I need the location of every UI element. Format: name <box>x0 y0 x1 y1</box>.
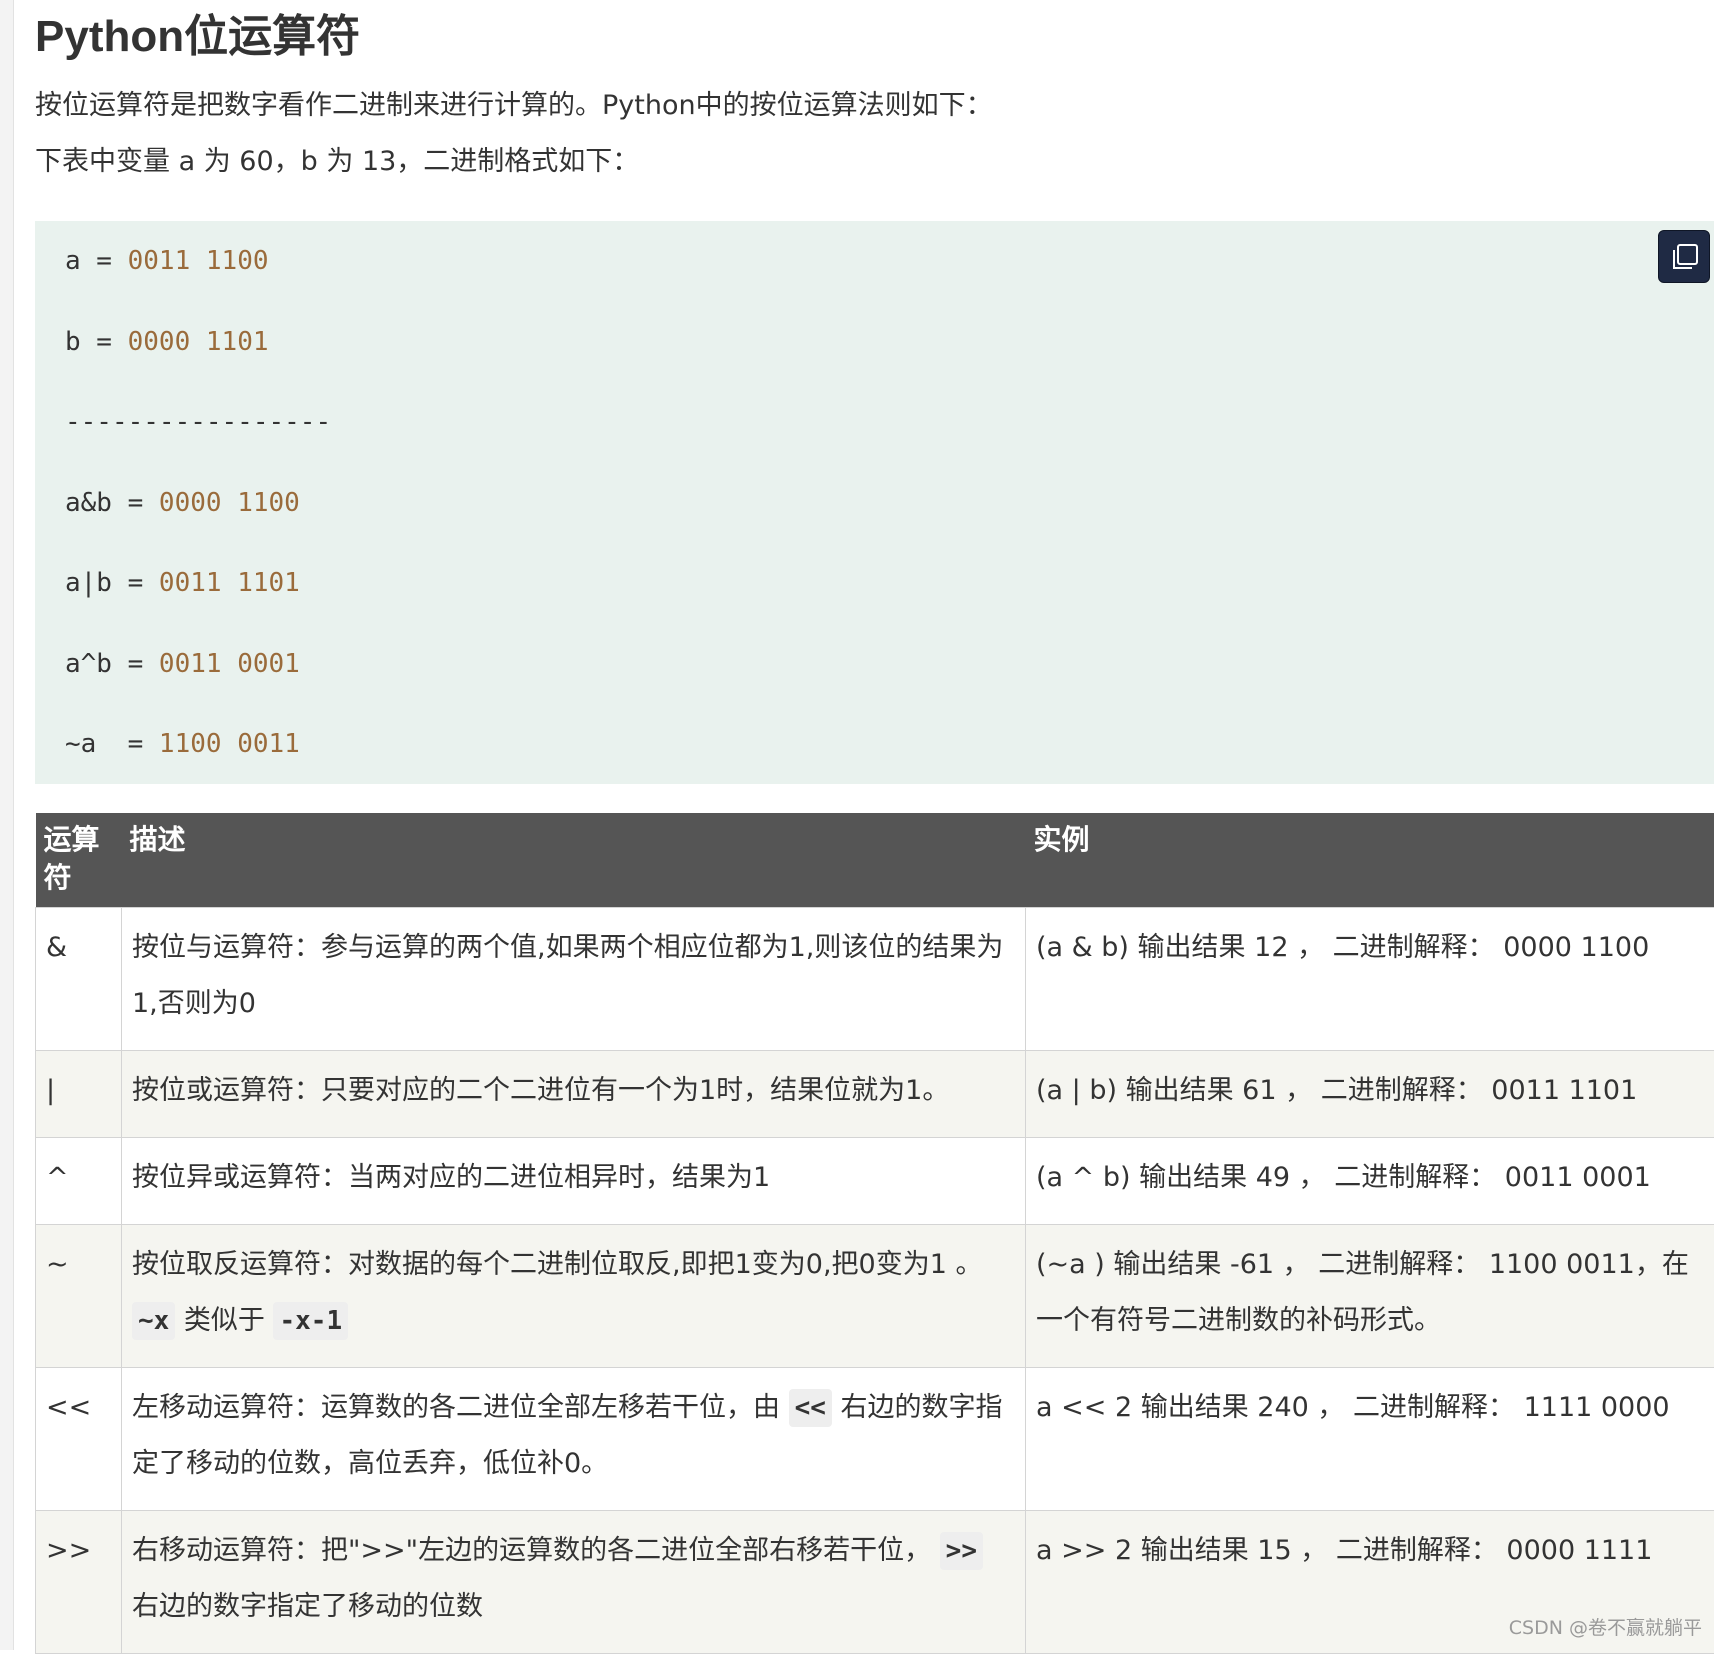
inline-code: -x-1 <box>273 1302 348 1340</box>
operators-table: 运算符 描述 实例 & 按位与运算符：参与运算的两个值,如果两个相应位都为1,则… <box>35 813 1714 1654</box>
code-lhs: ----------------- <box>65 407 331 437</box>
table-row: ~ 按位取反运算符：对数据的每个二进制位取反,即把1变为0,把0变为1 。 ~x … <box>36 1225 1714 1368</box>
table-row: ^ 按位异或运算符：当两对应的二进位相异时，结果为1 (a ^ b) 输出结果 … <box>36 1138 1714 1225</box>
code-lhs: b = <box>65 327 128 357</box>
header-description: 描述 <box>122 813 1026 908</box>
code-lhs: a&b = <box>65 488 159 518</box>
code-number: 0000 1100 <box>159 488 300 518</box>
copy-code-button[interactable] <box>1658 230 1710 283</box>
description-text: 左移动运算符：运算数的各二进位全部左移若干位，由 <box>132 1392 789 1423</box>
example-cell: (~a ) 输出结果 -61 ， 二进制解释： 1100 0011，在一个有符号… <box>1026 1225 1714 1368</box>
description-cell: 按位取反运算符：对数据的每个二进制位取反,即把1变为0,把0变为1 。 ~x 类似… <box>122 1225 1026 1368</box>
code-line: a^b = 0011 0001 <box>65 644 1714 725</box>
header-operator: 运算符 <box>36 813 122 908</box>
table-row: >> 右移动运算符：把">>"左边的运算数的各二进位全部右移若干位， >> 右边… <box>36 1511 1714 1654</box>
code-lhs: a^b = <box>65 649 159 679</box>
code-lhs: ~a = <box>65 729 159 759</box>
operator-cell: >> <box>36 1511 122 1654</box>
inline-code: ~x <box>132 1302 175 1340</box>
inline-code: >> <box>940 1532 983 1570</box>
operator-cell: | <box>36 1051 122 1138</box>
code-line: a|b = 0011 1101 <box>65 563 1714 644</box>
code-line: b = 0000 1101 <box>65 322 1714 403</box>
description-cell: 左移动运算符：运算数的各二进位全部左移若干位，由 << 右边的数字指定了移动的位… <box>122 1368 1026 1511</box>
code-number: 0011 1101 <box>159 568 300 598</box>
watermark: CSDN @卷不赢就躺平 <box>1509 1613 1702 1640</box>
operator-cell: ~ <box>36 1225 122 1368</box>
table-row: << 左移动运算符：运算数的各二进位全部左移若干位，由 << 右边的数字指定了移… <box>36 1368 1714 1511</box>
table-row: | 按位或运算符：只要对应的二个二进位有一个为1时，结果位就为1。 (a | b… <box>36 1051 1714 1138</box>
example-cell: (a & b) 输出结果 12 ， 二进制解释： 0000 1100 <box>1026 908 1714 1051</box>
header-example: 实例 <box>1026 813 1714 908</box>
description-cell: 右移动运算符：把">>"左边的运算数的各二进位全部右移若干位， >> 右边的数字… <box>122 1511 1026 1654</box>
example-cell: a << 2 输出结果 240 ， 二进制解释： 1111 0000 <box>1026 1368 1714 1511</box>
code-line: a&b = 0000 1100 <box>65 483 1714 564</box>
code-lhs: a = <box>65 246 128 276</box>
copy-icon <box>1670 242 1700 272</box>
operator-cell: ^ <box>36 1138 122 1225</box>
code-block: a = 0011 1100 b = 0000 1101 ------------… <box>35 221 1714 784</box>
example-cell: (a | b) 输出结果 61 ， 二进制解释： 0011 1101 <box>1026 1051 1714 1138</box>
code-number: 0011 1100 <box>128 246 269 276</box>
variables-paragraph: 下表中变量 a 为 60，b 为 13，二进制格式如下： <box>35 142 639 182</box>
table-row: & 按位与运算符：参与运算的两个值,如果两个相应位都为1,则该位的结果为1,否则… <box>36 908 1714 1051</box>
description-cell: 按位或运算符：只要对应的二个二进位有一个为1时，结果位就为1。 <box>122 1051 1026 1138</box>
table-header-row: 运算符 描述 实例 <box>36 813 1714 908</box>
code-number: 1100 0011 <box>159 729 300 759</box>
code-number: 0000 1101 <box>128 327 269 357</box>
description-cell: 按位异或运算符：当两对应的二进位相异时，结果为1 <box>122 1138 1026 1225</box>
description-text: 右移动运算符：把">>"左边的运算数的各二进位全部右移若干位， <box>132 1535 940 1566</box>
description-cell: 按位与运算符：参与运算的两个值,如果两个相应位都为1,则该位的结果为1,否则为0 <box>122 908 1026 1051</box>
code-lhs: a|b = <box>65 568 159 598</box>
inline-code: << <box>789 1389 832 1427</box>
intro-paragraph: 按位运算符是把数字看作二进制来进行计算的。Python中的按位运算法则如下： <box>35 86 993 126</box>
description-text: 按位取反运算符：对数据的每个二进制位取反,即把1变为0,把0变为1 。 <box>132 1249 982 1280</box>
page-title: Python位运算符 <box>35 8 360 66</box>
code-line: ----------------- <box>65 402 1714 483</box>
description-text: 类似于 <box>175 1305 273 1336</box>
code-line: ~a = 1100 0011 <box>65 724 1714 805</box>
code-line: a = 0011 1100 <box>65 241 1714 322</box>
operator-cell: << <box>36 1368 122 1511</box>
description-text: 右边的数字指定了移动的位数 <box>132 1591 483 1622</box>
code-number: 0011 0001 <box>159 649 300 679</box>
operator-cell: & <box>36 908 122 1051</box>
example-cell: (a ^ b) 输出结果 49 ， 二进制解释： 0011 0001 <box>1026 1138 1714 1225</box>
left-border <box>0 0 14 1650</box>
